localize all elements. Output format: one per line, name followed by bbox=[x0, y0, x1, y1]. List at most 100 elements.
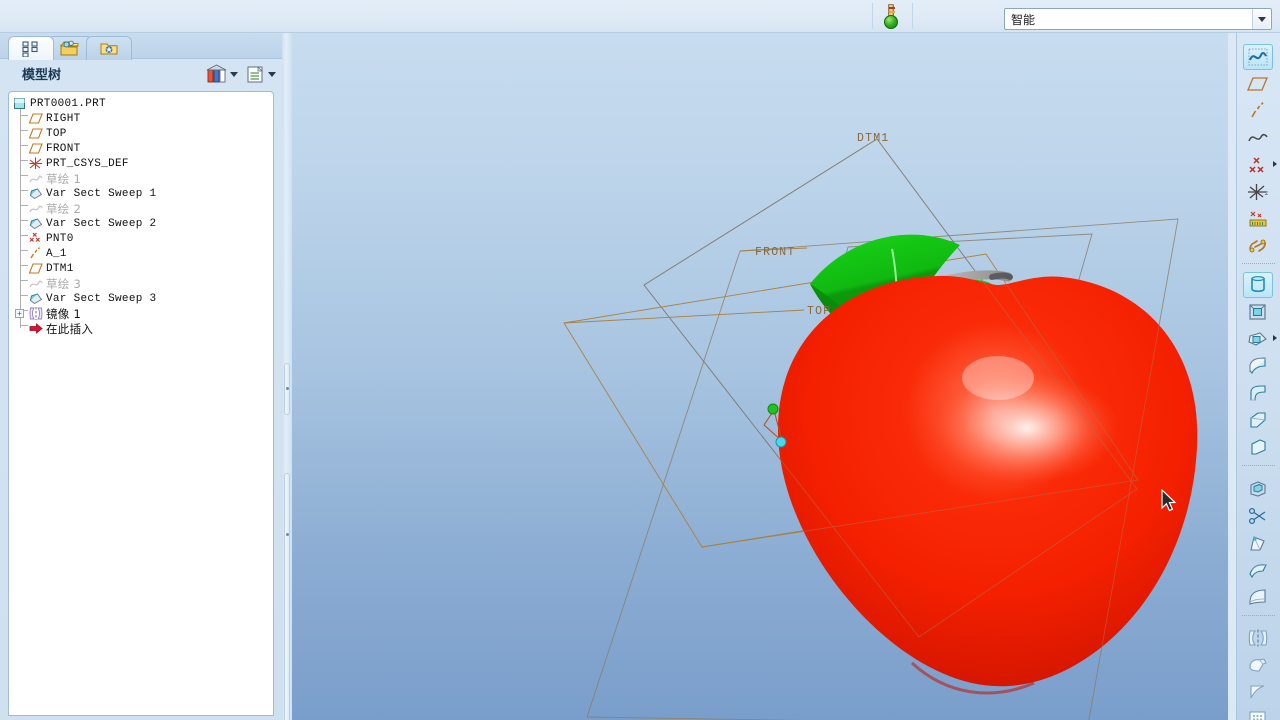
datum-label-top: TOP bbox=[807, 305, 832, 318]
tree-item[interactable]: TOP bbox=[13, 126, 273, 141]
chain-reference-icon bbox=[1249, 239, 1266, 253]
variable-section-sweep-icon bbox=[29, 187, 43, 200]
chamfer-tool-button[interactable] bbox=[1243, 407, 1273, 433]
tree-expander[interactable]: + bbox=[15, 309, 24, 318]
tree-item[interactable]: PRT_CSYS_DEF bbox=[13, 156, 273, 171]
app-mode-dropdown[interactable]: 智能 bbox=[1004, 8, 1272, 30]
tree-item-label: TOP bbox=[46, 127, 67, 140]
tree-item[interactable]: 草绘 3 bbox=[13, 276, 273, 291]
tab-model-tree[interactable] bbox=[8, 36, 54, 60]
panel-header: 模型树 bbox=[0, 59, 282, 91]
extrude-tool-button[interactable] bbox=[1243, 272, 1273, 298]
tree-item-label: 在此插入 bbox=[46, 321, 94, 336]
chevron-down-icon bbox=[1257, 16, 1266, 22]
datum-plane-tool-button[interactable] bbox=[1243, 71, 1273, 97]
sketch-tool-button[interactable] bbox=[1243, 44, 1273, 70]
3d-viewport[interactable]: DTM1 FRONT TOP bbox=[292, 33, 1228, 720]
pattern-tool-button[interactable] bbox=[1243, 706, 1273, 720]
shell-tool-button[interactable] bbox=[1243, 476, 1273, 502]
tree-filter-button[interactable] bbox=[206, 63, 238, 85]
tree-item[interactable]: PNT0 bbox=[13, 231, 273, 246]
draft-icon bbox=[1250, 536, 1265, 551]
thicken-tool-button[interactable] bbox=[1243, 584, 1273, 610]
flyout-arrow-icon[interactable] bbox=[1273, 335, 1277, 341]
insert-here-icon bbox=[29, 322, 43, 335]
model-tree-list[interactable]: PRT0001.PRT RIGHT TOP FRONT PRT_CSYS_DEF 草绘 1… bbox=[8, 91, 274, 716]
tree-item-label: 草绘 2 bbox=[46, 201, 82, 216]
draft-edge-icon bbox=[1251, 439, 1266, 455]
datum-axis-icon bbox=[29, 247, 43, 260]
tree-item-label: FRONT bbox=[46, 142, 81, 155]
tree-item[interactable]: + 镜像 1 bbox=[13, 306, 273, 321]
svg-text:z: z bbox=[1265, 191, 1268, 197]
boundary-blend-icon bbox=[1249, 357, 1266, 374]
mirror-tool-button[interactable] bbox=[1243, 625, 1273, 651]
chevron-down-icon bbox=[230, 71, 238, 77]
merge-tool-button[interactable] bbox=[1243, 557, 1273, 583]
tree-item-label: PRT_CSYS_DEF bbox=[46, 157, 129, 170]
coordinate-system-icon bbox=[29, 157, 43, 170]
sweep-blend-tool-button[interactable] bbox=[1243, 326, 1273, 352]
offset-icon bbox=[1250, 685, 1265, 699]
pattern-grid-icon bbox=[1249, 711, 1266, 720]
flyout-arrow-icon[interactable] bbox=[1273, 161, 1277, 167]
datum-plane-icon bbox=[1247, 77, 1268, 91]
tree-item[interactable]: 草绘 1 bbox=[13, 171, 273, 186]
tab-favorites[interactable] bbox=[86, 36, 132, 60]
reference-tool-button[interactable] bbox=[1243, 233, 1273, 259]
datum-point-icon bbox=[29, 232, 43, 245]
revolve-icon bbox=[1249, 304, 1266, 320]
sweep-blend-icon bbox=[1248, 332, 1267, 346]
traffic-light-indicator[interactable] bbox=[884, 4, 898, 30]
top-toolbar: 智能 bbox=[0, 0, 1280, 33]
analysis-tool-button[interactable] bbox=[1243, 206, 1273, 232]
move-copy-icon bbox=[1249, 658, 1267, 672]
tree-item-label: A_1 bbox=[46, 247, 67, 260]
shell-icon bbox=[1250, 481, 1266, 497]
mirror-icon bbox=[29, 307, 43, 320]
move-copy-tool-button[interactable] bbox=[1243, 652, 1273, 678]
tree-columns-icon bbox=[247, 65, 263, 82]
thicken-icon bbox=[1249, 589, 1266, 605]
revolve-tool-button[interactable] bbox=[1243, 299, 1273, 325]
page-title: 模型树 bbox=[22, 68, 62, 83]
tree-item[interactable]: RIGHT bbox=[13, 111, 273, 126]
coordinate-system-tool-button[interactable]: z bbox=[1243, 179, 1273, 205]
offset-tool-button[interactable] bbox=[1243, 679, 1273, 705]
tree-item[interactable]: Var Sect Sweep 3 bbox=[13, 291, 273, 306]
round-icon bbox=[1250, 385, 1266, 401]
app-mode-value: 智能 bbox=[1011, 12, 1036, 27]
coordinate-system-icon: z bbox=[1248, 184, 1268, 200]
sketch-icon bbox=[29, 277, 43, 290]
datum-axis-tool-button[interactable] bbox=[1243, 98, 1273, 124]
sketch-icon bbox=[29, 172, 43, 185]
round-tool-button[interactable] bbox=[1243, 380, 1273, 406]
tree-item[interactable]: PRT0001.PRT bbox=[13, 96, 273, 111]
mirror-icon bbox=[1248, 629, 1268, 647]
dropdown-arrow-button[interactable] bbox=[1252, 9, 1270, 29]
model-tree-panel: 模型树 PRT0001.PRT RIGHT TOP FRONT PRT_CSYS… bbox=[0, 33, 282, 720]
curve-tool-button[interactable] bbox=[1243, 125, 1273, 151]
datum-point-tool-button[interactable] bbox=[1243, 152, 1273, 178]
tree-item[interactable]: Var Sect Sweep 1 bbox=[13, 186, 273, 201]
tree-item[interactable]: 草绘 2 bbox=[13, 201, 273, 216]
sketch-icon bbox=[29, 202, 43, 215]
draft-edge-tool-button[interactable] bbox=[1243, 434, 1273, 460]
datum-plane-icon bbox=[28, 127, 43, 140]
datum-axis-icon bbox=[1251, 102, 1264, 118]
trim-tool-button[interactable] bbox=[1243, 503, 1273, 529]
datum-plane-icon bbox=[28, 142, 43, 155]
tree-item[interactable]: Var Sect Sweep 2 bbox=[13, 216, 273, 231]
chevron-down-icon bbox=[268, 71, 276, 77]
tree-item[interactable]: 在此插入 bbox=[13, 321, 273, 336]
tree-columns-button[interactable] bbox=[246, 63, 276, 85]
tree-item[interactable]: DTM1 bbox=[13, 261, 273, 276]
datum-plane-icon bbox=[28, 112, 43, 125]
tree-item-label: Var Sect Sweep 3 bbox=[46, 292, 157, 305]
tree-item[interactable]: A_1 bbox=[13, 246, 273, 261]
panel-splitter[interactable] bbox=[282, 33, 292, 720]
folder-browser-icon bbox=[60, 40, 79, 56]
boundary-blend-tool-button[interactable] bbox=[1243, 353, 1273, 379]
tree-item[interactable]: FRONT bbox=[13, 141, 273, 156]
draft-tool-button[interactable] bbox=[1243, 530, 1273, 556]
